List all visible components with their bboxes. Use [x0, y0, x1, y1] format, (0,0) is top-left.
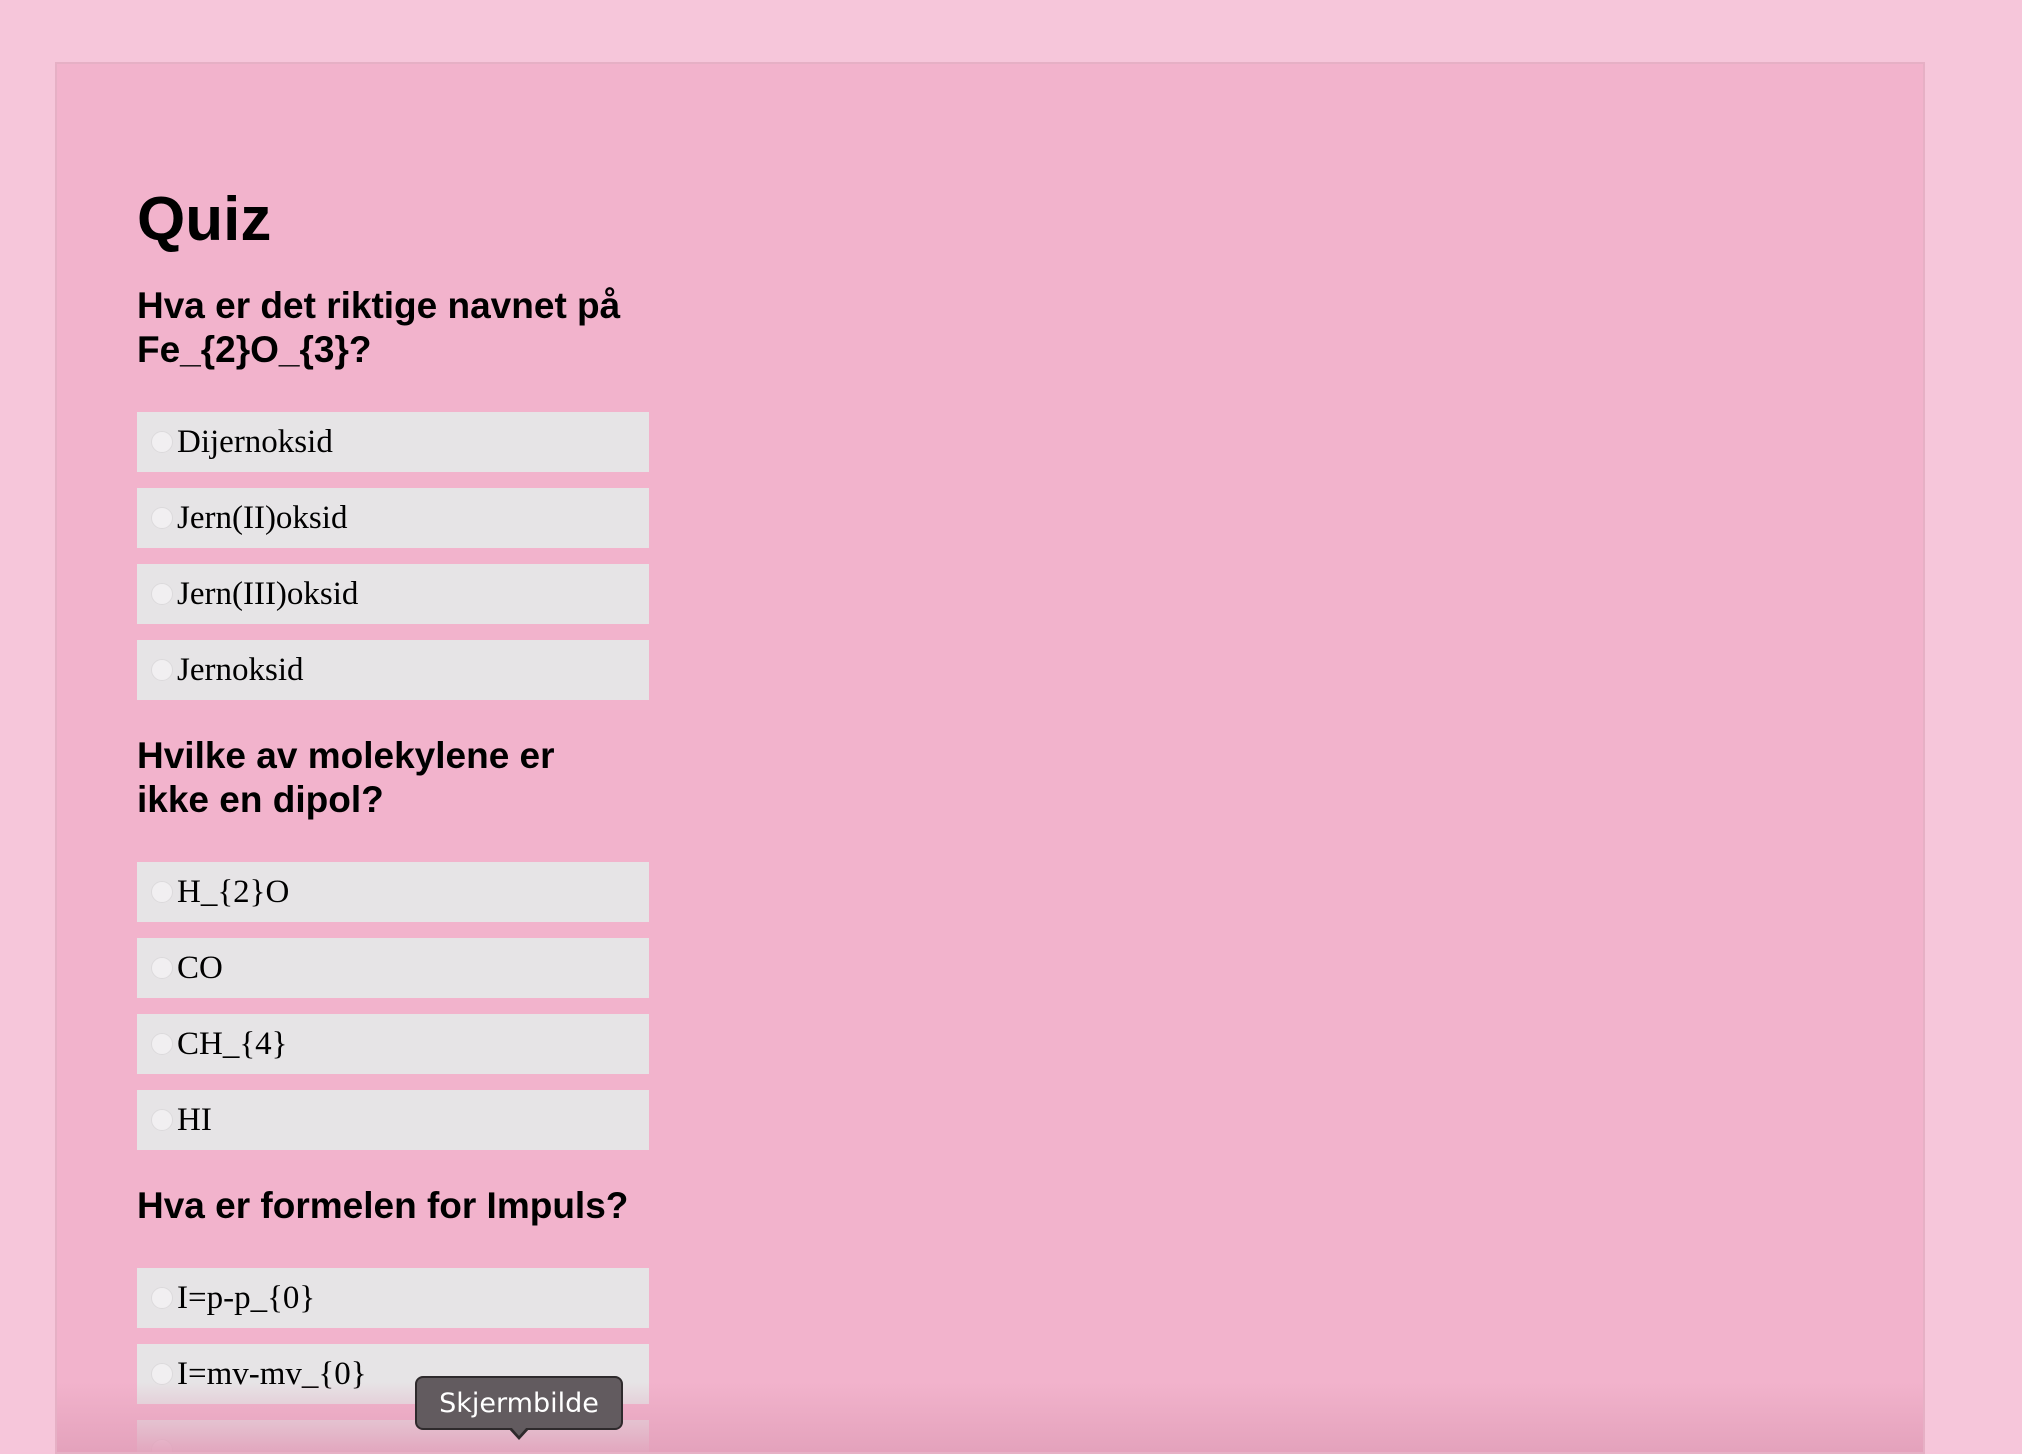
radio-button[interactable] — [151, 881, 173, 903]
radio-button[interactable] — [151, 583, 173, 605]
answer-option[interactable]: Dijernoksid — [137, 412, 649, 472]
radio-button[interactable] — [151, 1439, 173, 1452]
radio-button[interactable] — [151, 1033, 173, 1055]
answer-option-label: Jern(II)oksid — [177, 499, 348, 536]
radio-button[interactable] — [151, 507, 173, 529]
radio-button[interactable] — [151, 431, 173, 453]
answer-option[interactable]: I=p-p_{0} — [137, 1268, 649, 1328]
answer-option-label: Jern(III)oksid — [177, 575, 359, 612]
question-2-options: H_{2}O CO CH_{4} HI — [137, 862, 657, 1150]
answer-option[interactable]: CH_{4} — [137, 1014, 649, 1074]
quiz-panel: Quiz Hva er det riktige navnet på Fe_{2}… — [55, 62, 1925, 1454]
quiz-content: Quiz Hva er det riktige navnet på Fe_{2}… — [137, 184, 657, 1452]
answer-option-label: I=mv-mv_{0} — [177, 1355, 367, 1392]
radio-button[interactable] — [151, 957, 173, 979]
radio-button[interactable] — [151, 659, 173, 681]
answer-option[interactable]: H_{2}O — [137, 862, 649, 922]
page-title: Quiz — [137, 185, 272, 254]
answer-option-label: I=p-p_{0} — [177, 1279, 316, 1316]
answer-option-label: HI — [177, 1101, 212, 1138]
answer-option-label: CO — [177, 949, 223, 986]
answer-option[interactable]: HI — [137, 1090, 649, 1150]
answer-option[interactable]: Jern(III)oksid — [137, 564, 649, 624]
tooltip-arrow-inner — [511, 1427, 527, 1436]
radio-button[interactable] — [151, 1109, 173, 1131]
radio-button[interactable] — [151, 1287, 173, 1309]
question-3-text: Hva er formelen for Impuls? — [137, 1185, 629, 1226]
question-1-text: Hva er det riktige navnet på Fe_{2}O_{3}… — [137, 285, 621, 370]
answer-option-label: CH_{4} — [177, 1025, 288, 1062]
answer-option[interactable]: CO — [137, 938, 649, 998]
question-1-options: Dijernoksid Jern(II)oksid Jern(III)oksid… — [137, 412, 657, 700]
answer-option-label: Dijernoksid — [177, 423, 333, 460]
screenshot-tooltip: Skjermbilde — [415, 1376, 623, 1430]
tooltip-text: Skjermbilde — [439, 1387, 599, 1419]
question-2-text: Hvilke av molekylene er ikke en dipol? — [137, 735, 555, 820]
radio-button[interactable] — [151, 1363, 173, 1385]
answer-option-label: H_{2}O — [177, 873, 290, 910]
answer-option[interactable]: Jern(II)oksid — [137, 488, 649, 548]
answer-option[interactable]: Jernoksid — [137, 640, 649, 700]
answer-option-label: Jernoksid — [177, 651, 304, 688]
